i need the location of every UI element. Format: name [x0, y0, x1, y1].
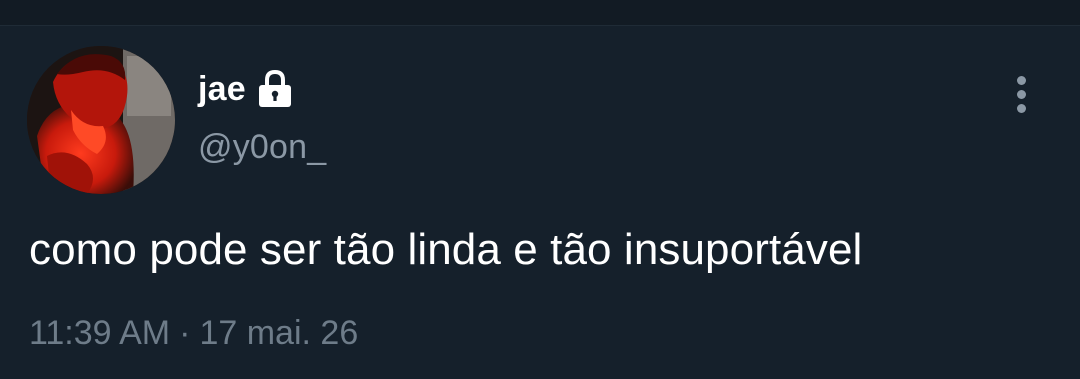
- avatar[interactable]: [27, 46, 175, 194]
- more-vertical-icon-dot: [1016, 89, 1026, 99]
- tweet-time: 11:39 AM: [29, 314, 171, 352]
- top-bar: [0, 0, 1080, 26]
- tweet-date: 17 mai. 26: [199, 314, 359, 352]
- more-options-button[interactable]: [1000, 70, 1042, 118]
- more-vertical-icon: [1016, 75, 1026, 85]
- meta-separator: ·: [179, 314, 191, 352]
- more-vertical-icon-dot: [1016, 103, 1026, 113]
- tweet-timestamp[interactable]: 11:39 AM · 17 mai. 26: [29, 314, 358, 353]
- tweet-detail-view: jae @y0on_ como pode ser tão linda e tão…: [0, 0, 1080, 379]
- avatar-image: [27, 46, 175, 194]
- lock-icon: [256, 69, 294, 109]
- author-name-row[interactable]: jae: [198, 64, 294, 114]
- user-handle[interactable]: @y0on_: [198, 128, 326, 167]
- tweet-text: como pode ser tão linda e tão insuportáv…: [29, 225, 863, 274]
- display-name[interactable]: jae: [198, 70, 246, 109]
